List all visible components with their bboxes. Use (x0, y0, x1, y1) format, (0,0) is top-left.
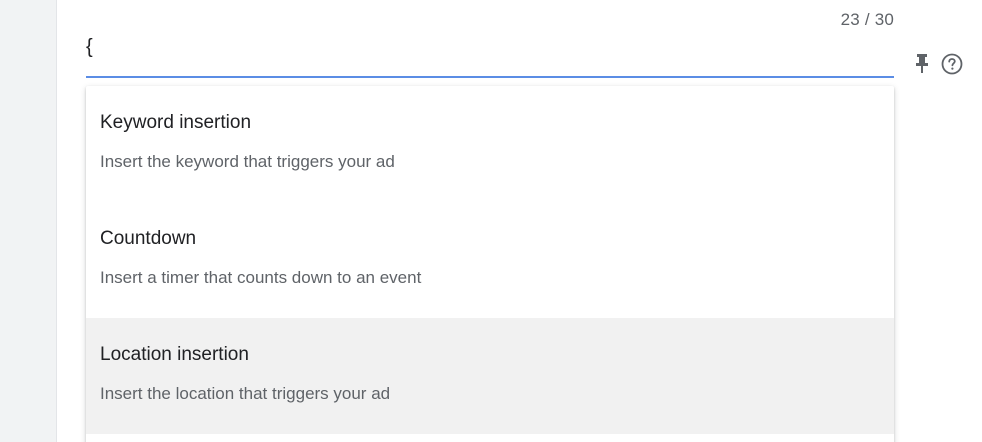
menu-item-title: Location insertion (100, 344, 249, 365)
menu-item-description: Insert a timer that counts down to an ev… (100, 268, 422, 287)
menu-item-countdown[interactable]: Countdown Insert a timer that counts dow… (86, 202, 894, 318)
menu-item-title: Countdown (100, 228, 197, 249)
menu-item-location-insertion[interactable]: Location insertion Insert the location t… (86, 318, 894, 434)
field-focus-underline (86, 76, 894, 78)
left-rail (0, 0, 57, 442)
menu-item-title: Keyword insertion (100, 112, 252, 133)
page: 23 / 30 Keyword insertion Insert the key… (0, 0, 982, 442)
pin-icon[interactable] (914, 53, 930, 75)
char-counter: 23 / 30 (840, 10, 894, 29)
menu-item-keyword-insertion[interactable]: Keyword insertion Insert the keyword tha… (86, 86, 894, 202)
insertion-dropdown: Keyword insertion Insert the keyword tha… (86, 86, 894, 442)
menu-item-description: Insert the keyword that triggers your ad (100, 152, 395, 171)
menu-item-description: Insert the location that triggers your a… (100, 384, 391, 403)
headline-input[interactable] (86, 32, 894, 62)
headline-field: 23 / 30 (86, 0, 894, 80)
help-circle-icon[interactable] (940, 52, 964, 76)
